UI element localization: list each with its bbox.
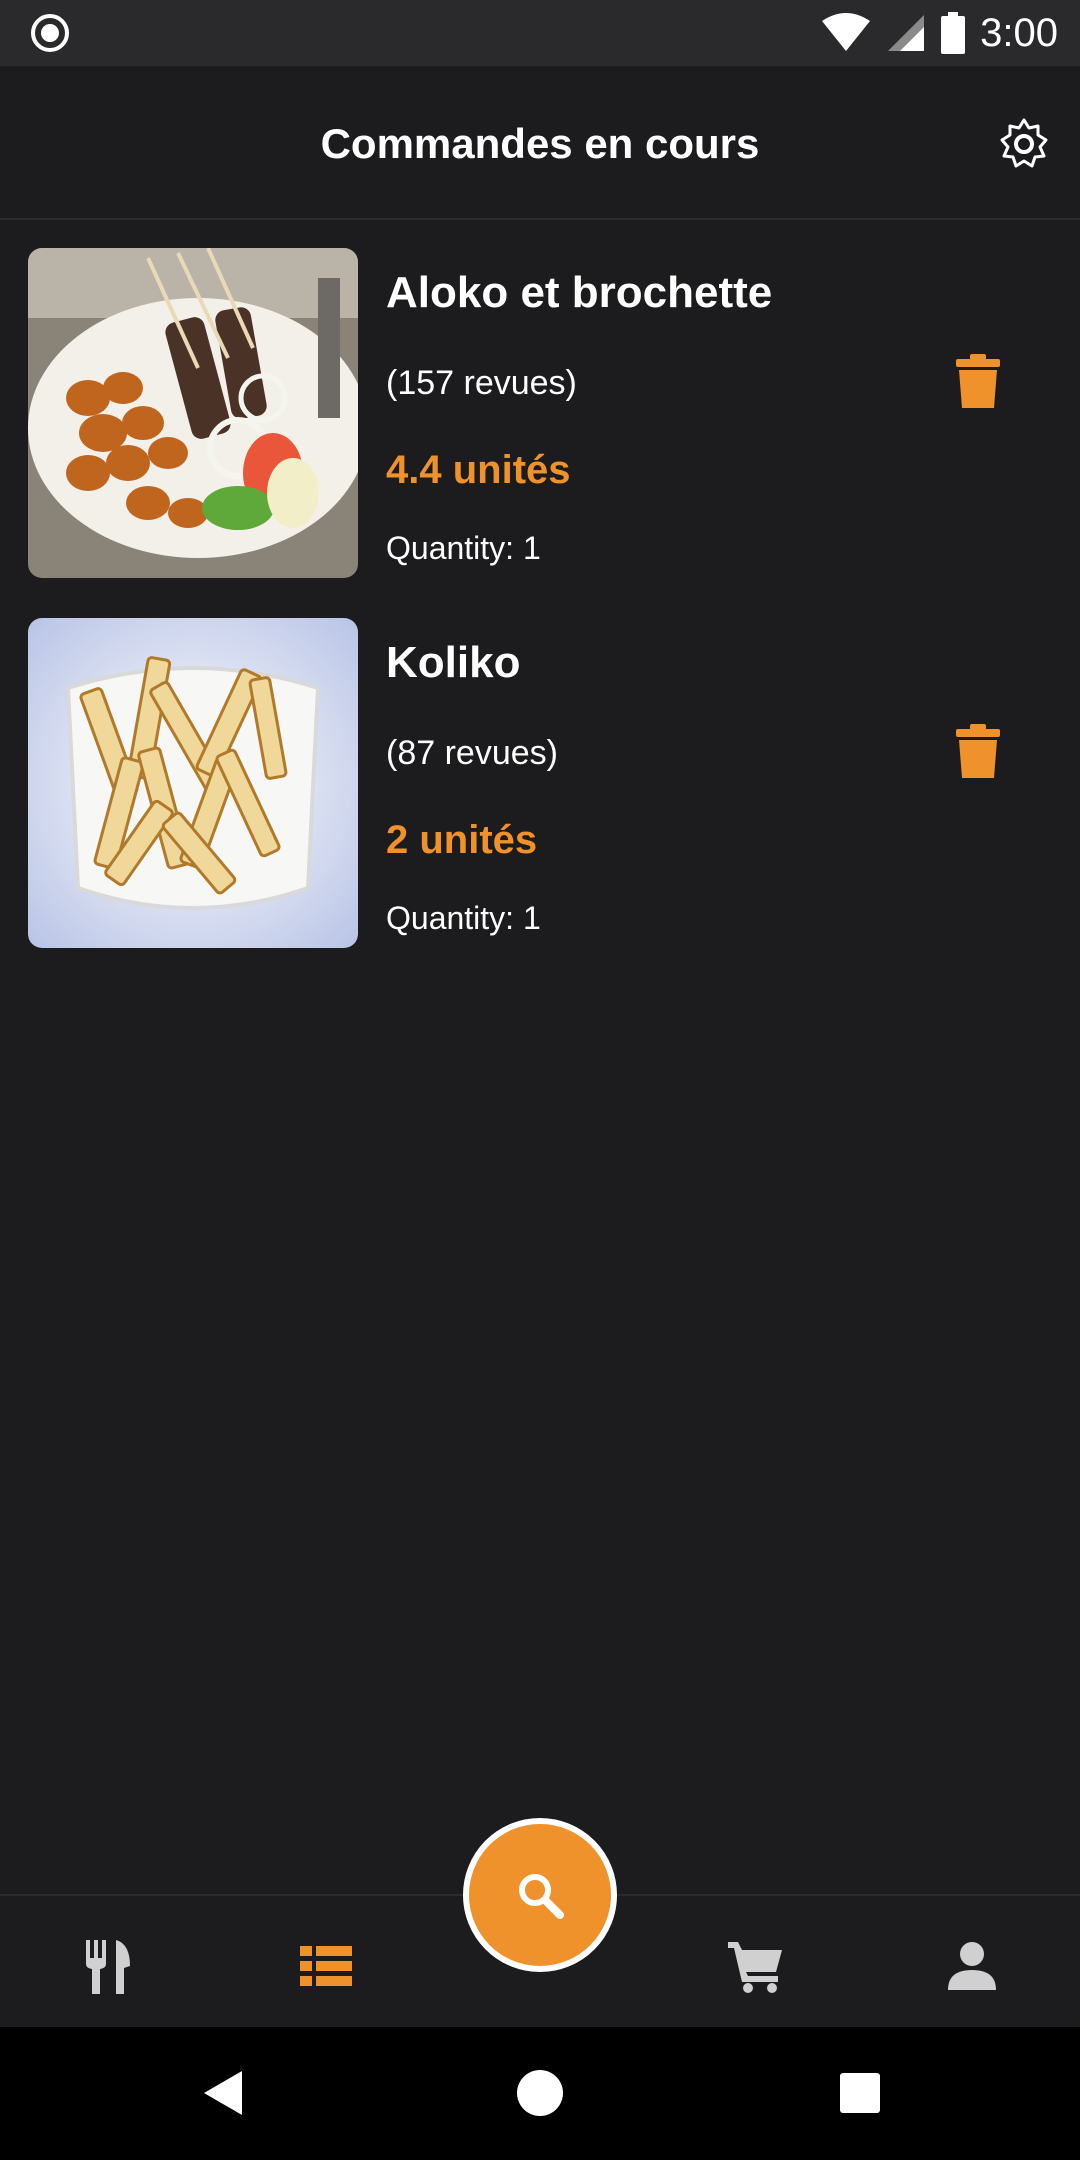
search-button[interactable] [463,1818,617,1972]
app-header: Commandes en cours [0,66,1080,220]
battery-icon [941,12,966,54]
cart-icon[interactable] [726,1936,786,1996]
order-price: 2 unités [386,818,538,862]
restaurant-icon[interactable] [80,1936,140,1996]
order-reviews: (157 revues) [386,364,577,402]
order-name: Aloko et brochette [386,268,773,317]
home-icon[interactable] [514,2067,566,2119]
status-bar: 3:00 [0,0,1080,66]
brightness-icon[interactable] [996,116,1052,172]
recents-icon[interactable] [834,2067,886,2119]
order-quantity: Quantity: 1 [386,900,541,936]
profile-icon[interactable] [942,1936,1002,1996]
order-quantity: Quantity: 1 [386,530,541,566]
system-navigation-bar [0,2027,1080,2160]
wifi-icon [822,13,871,51]
list-icon[interactable] [296,1936,356,1996]
trash-icon[interactable] [956,354,1000,408]
status-time: 3:00 [980,10,1058,55]
status-indicators: 3:00 [820,8,1058,58]
page-title: Commandes en cours [320,120,760,167]
record-icon [31,14,69,52]
order-price: 4.4 unités [386,448,571,492]
app-screen: 3:00 Commandes en cours Aloko et brochet… [0,0,1080,2160]
food-image-aloko [28,248,358,578]
order-reviews: (87 revues) [386,734,558,772]
trash-icon[interactable] [956,724,1000,778]
back-icon[interactable] [198,2067,250,2119]
search-icon [519,1874,564,1919]
order-name: Koliko [386,638,521,687]
cellular-signal-icon [888,15,925,51]
order-item[interactable]: Koliko (87 revues) 2 unités Quantity: 1 [0,590,1080,948]
food-image-koliko [28,618,358,948]
order-item[interactable]: Aloko et brochette (157 revues) 4.4 unit… [0,220,1080,578]
